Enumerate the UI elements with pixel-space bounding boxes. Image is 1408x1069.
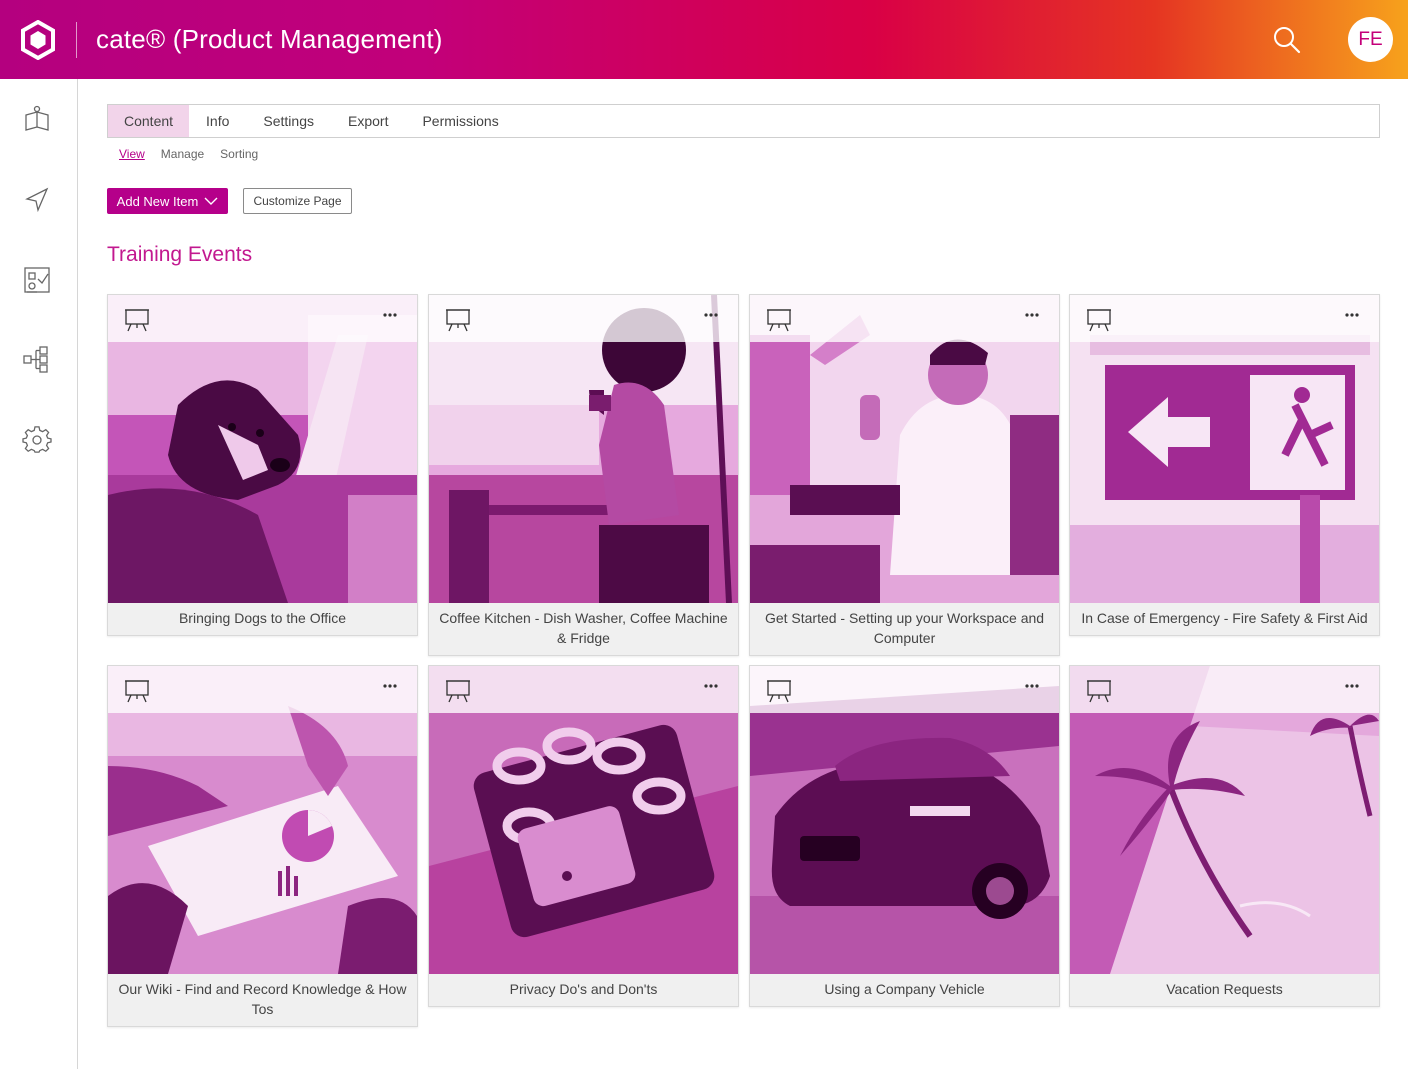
- presentation-board-icon: [1087, 680, 1111, 703]
- presentation-board-icon: [446, 309, 470, 332]
- search-icon[interactable]: [1271, 24, 1303, 56]
- card-item[interactable]: Privacy Do's and Don'ts: [428, 665, 739, 1007]
- top-bar: cate® (Product Management) FE: [0, 0, 1408, 79]
- navigation-arrow-icon[interactable]: [21, 184, 53, 216]
- card-title: Our Wiki - Find and Record Knowledge & H…: [118, 981, 407, 1017]
- card-image: [429, 295, 738, 603]
- more-options-icon[interactable]: [381, 310, 399, 320]
- card-item[interactable]: Using a Company Vehicle: [749, 665, 1060, 1007]
- header-divider: [76, 21, 77, 58]
- card-header-band: [108, 295, 417, 342]
- add-new-item-button[interactable]: Add New Item: [107, 188, 228, 214]
- card-title: Bringing Dogs to the Office: [178, 610, 347, 626]
- card-image: [750, 295, 1059, 603]
- more-options-icon[interactable]: [1343, 310, 1361, 320]
- card-item[interactable]: Bringing Dogs to the Office: [107, 294, 418, 636]
- more-options-icon[interactable]: [1023, 310, 1041, 320]
- presentation-board-icon: [767, 309, 791, 332]
- tab-info[interactable]: Info: [189, 105, 246, 137]
- presentation-board-icon: [1087, 309, 1111, 332]
- card-image: [108, 666, 417, 974]
- card-title: Coffee Kitchen - Dish Washer, Coffee Mac…: [439, 610, 728, 646]
- card-header-band: [1070, 666, 1379, 713]
- tab-content[interactable]: Content: [108, 105, 190, 137]
- presentation-board-icon: [446, 680, 470, 703]
- sidebar: [0, 79, 78, 1069]
- card-header-band: [750, 666, 1059, 713]
- subtab-view[interactable]: View: [119, 147, 145, 161]
- card-title: Privacy Do's and Don'ts: [509, 981, 658, 997]
- card-item[interactable]: Get Started - Setting up your Workspace …: [749, 294, 1060, 656]
- gear-icon[interactable]: [21, 424, 53, 456]
- presentation-board-icon: [767, 680, 791, 703]
- tab-export[interactable]: Export: [331, 105, 405, 137]
- card-image: [1070, 666, 1379, 974]
- tab-permissions[interactable]: Permissions: [405, 105, 515, 137]
- card-title: Vacation Requests: [1166, 981, 1283, 997]
- card-title: In Case of Emergency - Fire Safety & Fir…: [1081, 610, 1368, 626]
- user-avatar[interactable]: FE: [1348, 17, 1393, 62]
- card-item[interactable]: Our Wiki - Find and Record Knowledge & H…: [107, 665, 418, 1027]
- card-header-band: [750, 295, 1059, 342]
- app-title: cate® (Product Management): [96, 24, 443, 54]
- card-image: [1070, 295, 1379, 603]
- more-options-icon[interactable]: [1343, 681, 1361, 691]
- card-image: [429, 666, 738, 974]
- card-header-band: [1070, 295, 1379, 342]
- subtab-manage[interactable]: Manage: [161, 147, 204, 161]
- card-header-band: [429, 666, 738, 713]
- add-new-item-label: Add New Item: [116, 193, 199, 209]
- card-item[interactable]: In Case of Emergency - Fire Safety & Fir…: [1069, 294, 1380, 636]
- more-options-icon[interactable]: [702, 681, 720, 691]
- customize-page-button[interactable]: Customize Page: [243, 188, 352, 214]
- cate-logo-icon[interactable]: [0, 0, 76, 79]
- subtab-sorting[interactable]: Sorting: [220, 147, 258, 161]
- book-icon[interactable]: [21, 104, 53, 136]
- presentation-board-icon: [125, 309, 149, 332]
- card-item[interactable]: Vacation Requests: [1069, 665, 1380, 1007]
- more-options-icon[interactable]: [1023, 681, 1041, 691]
- sub-tabs: View Manage Sorting: [119, 147, 258, 161]
- tab-settings[interactable]: Settings: [246, 105, 331, 137]
- chevron-down-icon: [204, 197, 218, 205]
- hierarchy-icon[interactable]: [21, 344, 53, 376]
- card-title: Using a Company Vehicle: [824, 981, 985, 997]
- more-options-icon[interactable]: [381, 681, 399, 691]
- card-title: Get Started - Setting up your Workspace …: [764, 610, 1045, 646]
- card-image: [750, 666, 1059, 974]
- card-item[interactable]: Coffee Kitchen - Dish Washer, Coffee Mac…: [428, 294, 739, 656]
- card-header-band: [108, 666, 417, 713]
- presentation-board-icon: [125, 680, 149, 703]
- card-header-band: [429, 295, 738, 342]
- main-tabs: Content Info Settings Export Permissions: [107, 104, 1380, 138]
- card-image: [108, 295, 417, 603]
- checklist-icon[interactable]: [21, 264, 53, 296]
- section-title: Training Events: [107, 243, 253, 266]
- more-options-icon[interactable]: [702, 310, 720, 320]
